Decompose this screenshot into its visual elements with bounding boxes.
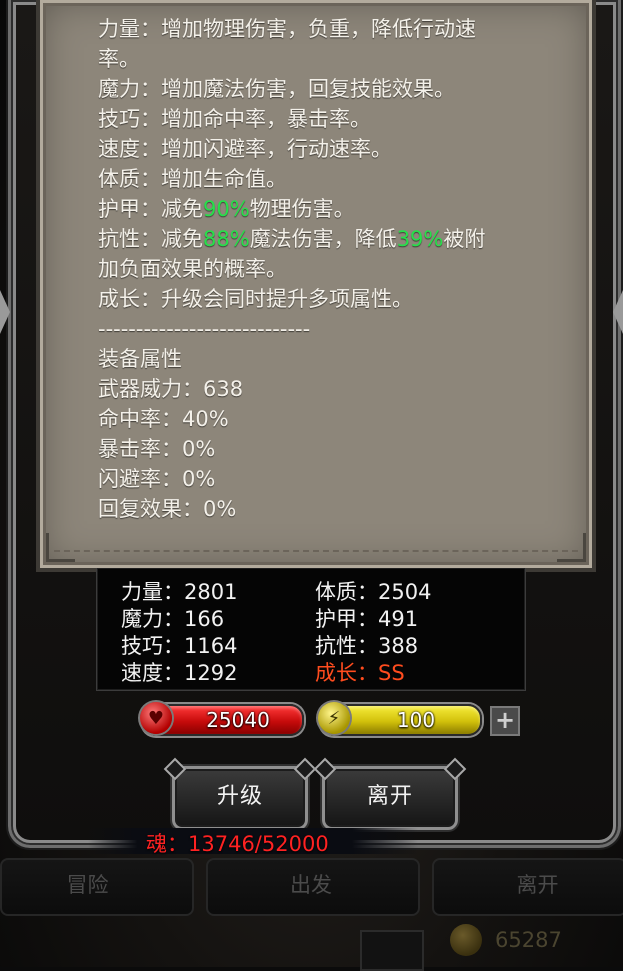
description-line: 武器威力：638 [98, 374, 528, 404]
description-line: 率。 [98, 44, 528, 74]
gold-amount: 65287 [495, 928, 562, 952]
description-line: 暴击率：0% [98, 434, 528, 464]
stat-constitution: 体质：2504 [315, 580, 432, 604]
description-text: 被附 [443, 227, 486, 251]
description-text: 武器威力：638 [98, 377, 244, 401]
description-line: ---------------------------- [98, 314, 528, 344]
lightning-icon: ⚡ [318, 702, 350, 734]
description-line: 回复效果：0% [98, 494, 528, 524]
corner-ornament [46, 533, 75, 562]
description-text: 回复效果：0% [98, 497, 237, 521]
highlight-value: 39% [396, 227, 444, 251]
tab-leave[interactable]: 离开 [450, 860, 623, 910]
tab-depart[interactable]: 出发 [206, 860, 416, 910]
description-text: 装备属性 [98, 347, 182, 371]
plus-icon[interactable]: + [490, 706, 520, 736]
energy-value: 100 [396, 708, 436, 732]
description-line: 命中率：40% [98, 404, 528, 434]
stat-skill: 技巧：1164 [121, 634, 238, 658]
description-line: 护甲：减免90%物理伤害。 [98, 194, 528, 224]
description-line: 体质：增加生命值。 [98, 164, 528, 194]
leave-button[interactable]: 离开 [322, 766, 458, 830]
stats-box: 力量：2801 魔力：166 技巧：1164 速度：1292 体质：2504 护… [96, 568, 526, 691]
description-text: 体质：增加生命值。 [98, 167, 287, 191]
description-line: 闪避率：0% [98, 464, 528, 494]
description-text: 加负面效果的概率。 [98, 257, 287, 281]
description-text: 魔法伤害，降低 [249, 227, 397, 251]
description-line: 力量：增加物理伤害，负重，降低行动速 [98, 14, 528, 44]
description-text: 抗性：减免 [98, 227, 203, 251]
description-text: 闪避率：0% [98, 467, 216, 491]
description-line: 速度：增加闪避率，行动速率。 [98, 134, 528, 164]
description-line: 抗性：减免88%魔法伤害，降低39%被附 [98, 224, 528, 254]
left-arrow-icon[interactable] [0, 290, 10, 334]
heart-icon: ♥ [140, 702, 172, 734]
description-line: 魔力：增加魔法伤害，回复技能效果。 [98, 74, 528, 104]
energy-bar: ⚡ 100 [318, 702, 482, 736]
stat-armor: 护甲：491 [315, 607, 419, 631]
highlight-value: 88% [203, 227, 250, 251]
description-text: 暴击率：0% [98, 437, 216, 461]
stat-magic: 魔力：166 [121, 607, 225, 631]
hp-value: 25040 [206, 708, 270, 732]
description-text: ---------------------------- [98, 317, 311, 341]
stat-resistance: 抗性：388 [315, 634, 419, 658]
tab-adventure[interactable]: 冒险 [0, 860, 175, 910]
description-line: 装备属性 [98, 344, 528, 374]
coin-icon [450, 924, 482, 956]
right-arrow-icon[interactable] [613, 290, 623, 334]
description-text: 成长：升级会同时提升多项属性。 [98, 287, 413, 311]
soul-text: 魂：13746/52000 [146, 832, 329, 856]
description-text: 物理伤害。 [249, 197, 355, 221]
stat-growth: 成长：SS [315, 661, 405, 685]
attribute-description: 力量：增加物理伤害，负重，降低行动速 率。魔力：增加魔法伤害，回复技能效果。 技巧：… [98, 14, 528, 524]
description-text: 力量：增加物理伤害，负重，降低行动速 [98, 17, 476, 41]
description-text: 命中率：40% [98, 407, 229, 431]
emblem-icon [360, 930, 424, 971]
description-text: 魔力：增加魔法伤害，回复技能效果。 [98, 77, 455, 101]
soul-bar: 魂：13746/52000 [88, 828, 418, 856]
description-line: 加负面效果的概率。 [98, 254, 528, 284]
description-text: 率。 [98, 47, 140, 71]
description-text: 速度：增加闪避率，行动速率。 [98, 137, 392, 161]
description-text: 技巧：增加命中率，暴击率。 [98, 107, 371, 131]
highlight-value: 90% [203, 197, 250, 221]
hp-bar: ♥ 25040 [140, 702, 304, 736]
corner-ornament [557, 533, 586, 562]
stat-strength: 力量：2801 [121, 580, 238, 604]
description-text: 护甲：减免 [98, 197, 203, 221]
upgrade-button[interactable]: 升级 [172, 766, 308, 830]
description-line: 成长：升级会同时提升多项属性。 [98, 284, 528, 314]
stat-speed: 速度：1292 [121, 661, 238, 685]
description-line: 技巧：增加命中率，暴击率。 [98, 104, 528, 134]
